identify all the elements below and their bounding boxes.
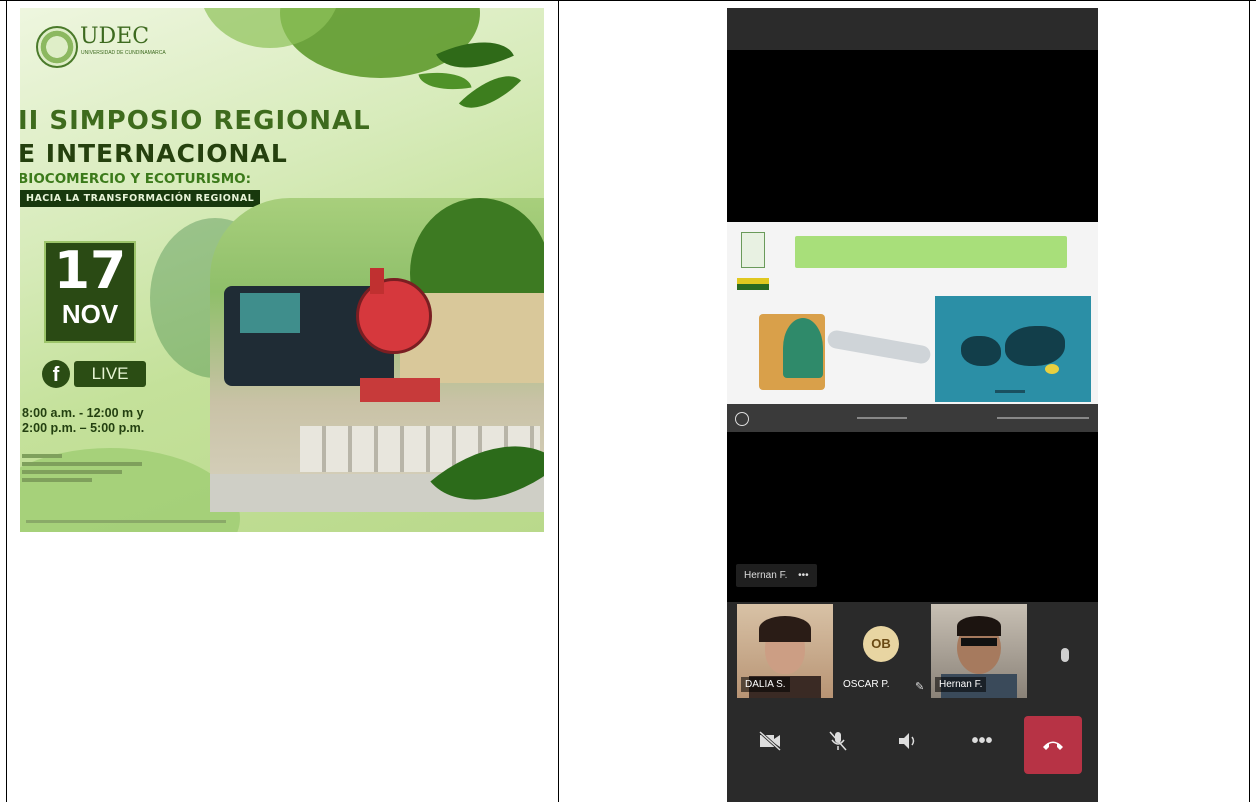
organizer-text-line (22, 462, 142, 466)
organizer-text-line (22, 470, 122, 474)
participant-hair (957, 616, 1001, 636)
slide-logo-icon (741, 232, 765, 268)
scroll-handle-icon[interactable] (1061, 648, 1069, 662)
logo-subtitle: UNIVERSIDAD DE CUNDINAMARCA (81, 50, 166, 56)
slide-flag-stripe (737, 284, 769, 290)
logo-name: UDEC (80, 24, 150, 49)
table-border-top (0, 0, 1256, 1)
event-hours-morning: 8:00 a.m. - 12:00 m y (22, 406, 144, 420)
airplane-icon (826, 329, 932, 365)
video-off-icon[interactable] (747, 718, 793, 764)
poster-title-line1: II SIMPOSIO REGIONAL (20, 106, 371, 136)
table-border-right (1249, 0, 1250, 802)
event-day: 17 (53, 241, 127, 301)
slide-footer-text (997, 417, 1089, 419)
leaf-icon (458, 60, 522, 124)
locomotive-front-wheel (356, 278, 432, 354)
participant-tile-hernan[interactable]: Hernan F. (931, 604, 1027, 698)
slide-illustration-tree (783, 318, 823, 378)
participant-hair (759, 616, 811, 642)
end-call-icon (1043, 741, 1063, 750)
event-date-box: 17 NOV (44, 241, 136, 343)
shared-screen-black-bottom: Hernan F. ••• (727, 432, 1098, 602)
table-border-left (6, 0, 7, 802)
footer-text-line (26, 520, 226, 523)
participant-name: Hernan F. (935, 677, 987, 692)
map-continent (961, 336, 1001, 366)
speaker-icon[interactable] (885, 718, 931, 764)
udec-logo-icon (36, 26, 78, 68)
participants-strip: DALIA S. OB OSCAR P. ✎ Hernan F. (727, 602, 1098, 706)
shared-presentation-slide (727, 222, 1098, 404)
slide-footer-text (857, 417, 907, 419)
event-month: NOV (61, 299, 119, 329)
presenter-name: Hernan F. (744, 570, 788, 581)
call-controls-bar: ••• (727, 706, 1098, 802)
symposium-poster: UDEC UNIVERSIDAD DE CUNDINAMARCA II SIMP… (20, 8, 544, 532)
map-highlight (1045, 364, 1059, 374)
call-top-bar (727, 8, 1098, 50)
video-call-screen: Hernan F. ••• DALIA S. OB OSCAR P. ✎ Her… (727, 8, 1098, 802)
locomotive-cab (240, 293, 300, 333)
participant-name: DALIA S. (741, 677, 790, 692)
end-call-button[interactable] (1024, 716, 1082, 774)
live-label: LIVE (74, 361, 146, 387)
map-legend-bar (995, 390, 1025, 393)
mic-off-icon[interactable] (815, 718, 861, 764)
map-continent (1005, 326, 1065, 366)
organizer-text-line (22, 454, 62, 458)
locomotive-chimney (370, 268, 384, 294)
event-hours-afternoon: 2:00 p.m. – 5:00 p.m. (22, 421, 145, 435)
presentation-footer-bar (727, 404, 1098, 432)
world-map-panel (935, 296, 1091, 402)
participant-avatar: OB (863, 626, 899, 662)
organizer-text-line (22, 478, 92, 482)
poster-subtitle: BIOCOMERCIO Y ECOTURISMO: (20, 171, 252, 187)
more-icon[interactable]: ••• (959, 718, 1005, 764)
table-border-middle (558, 0, 559, 802)
poster-banner: HACIA LA TRANSFORMACIÓN REGIONAL (20, 190, 261, 207)
facebook-icon: f (42, 360, 70, 388)
poster-title-line2: E INTERNACIONAL (20, 139, 288, 168)
shared-screen-black-top (727, 50, 1098, 222)
participant-name: OSCAR P. (843, 679, 890, 690)
mic-off-icon: ✎ (915, 681, 925, 693)
presenter-name-tag[interactable]: Hernan F. ••• (736, 564, 817, 587)
locomotive-bumper (360, 378, 440, 402)
slide-footer-logo-icon (735, 412, 749, 426)
participant-glasses (961, 638, 997, 646)
slide-note-box (795, 236, 1067, 268)
participant-tile-dalia[interactable]: DALIA S. (737, 604, 833, 698)
presenter-more-icon[interactable]: ••• (798, 570, 809, 581)
participant-tile-oscar[interactable]: OB OSCAR P. ✎ (835, 604, 931, 698)
